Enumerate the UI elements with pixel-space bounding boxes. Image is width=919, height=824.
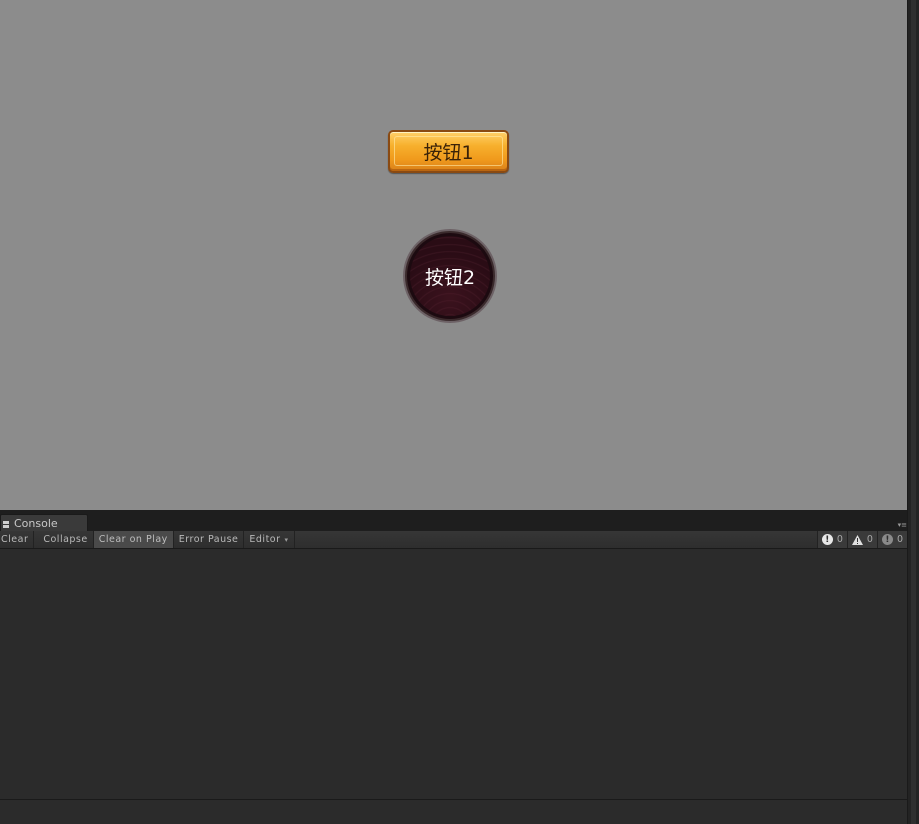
game-view: 按钮1 按钮2 bbox=[0, 0, 907, 510]
error-pause-label: Error Pause bbox=[178, 534, 239, 545]
warning-count: 0 bbox=[866, 534, 873, 545]
collapse-button[interactable]: Collapse bbox=[38, 531, 94, 548]
panel-menu-icon[interactable]: ▾≡ bbox=[895, 521, 907, 529]
clear-button-label: Clear bbox=[1, 534, 29, 545]
button-1-label: 按钮1 bbox=[423, 142, 474, 164]
warning-icon bbox=[851, 534, 863, 545]
info-count: 0 bbox=[836, 534, 843, 545]
clear-on-play-button[interactable]: Clear on Play bbox=[93, 531, 174, 548]
warning-count-toggle[interactable]: 0 bbox=[846, 531, 877, 548]
console-icon bbox=[3, 518, 9, 528]
console-toolbar: Clear Collapse Clear on Play Error Pause… bbox=[0, 531, 907, 549]
collapse-button-label: Collapse bbox=[43, 534, 88, 545]
error-pause-button[interactable]: Error Pause bbox=[174, 531, 245, 548]
info-count-toggle[interactable]: ! 0 bbox=[816, 531, 847, 548]
info-icon: ! bbox=[821, 534, 833, 545]
console-detail-area bbox=[0, 800, 907, 824]
editor-dropdown[interactable]: Editor ▾ bbox=[244, 531, 295, 548]
button-1[interactable]: 按钮1 bbox=[388, 130, 509, 173]
clear-button[interactable]: Clear bbox=[0, 531, 35, 548]
button-2-label: 按钮2 bbox=[424, 266, 476, 289]
error-count-toggle[interactable]: ! 0 bbox=[876, 531, 907, 548]
error-icon: ! bbox=[881, 534, 893, 545]
error-count: 0 bbox=[896, 534, 903, 545]
console-tab-bar: Console ▾≡ bbox=[0, 510, 907, 532]
clear-on-play-label: Clear on Play bbox=[98, 534, 168, 545]
tab-console[interactable]: Console bbox=[0, 514, 88, 531]
scrollbar-track bbox=[911, 0, 916, 824]
editor-dropdown-label: Editor bbox=[249, 534, 281, 545]
right-edge-scrollbar[interactable] bbox=[907, 0, 919, 824]
button-2[interactable]: 按钮2 bbox=[405, 231, 495, 321]
console-log-list[interactable] bbox=[0, 549, 907, 799]
tab-console-label: Console bbox=[14, 516, 58, 530]
dropdown-caret-icon: ▾ bbox=[284, 535, 289, 544]
